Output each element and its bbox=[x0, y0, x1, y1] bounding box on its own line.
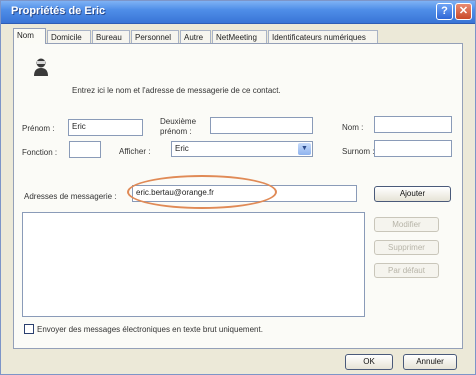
tab-autre[interactable]: Autre bbox=[180, 30, 211, 43]
plain-text-checkbox[interactable] bbox=[24, 324, 34, 334]
highlight-ellipse bbox=[127, 175, 277, 209]
ok-button[interactable]: OK bbox=[345, 354, 393, 370]
tab-panel-nom: Entrez ici le nom et l'adresse de messag… bbox=[13, 43, 463, 349]
tab-netmeeting[interactable]: NetMeeting bbox=[212, 30, 267, 43]
contact-properties-window: Propriétés de Eric ? ✕ Nom Domicile Bure… bbox=[0, 0, 476, 375]
nom-label: Nom : bbox=[342, 123, 364, 132]
afficher-select[interactable]: Eric ▼ bbox=[171, 141, 313, 157]
deuxieme-prenom-label-1: Deuxième bbox=[160, 117, 197, 126]
annuler-button[interactable]: Annuler bbox=[403, 354, 457, 370]
deuxieme-prenom-input[interactable] bbox=[210, 117, 313, 134]
surnom-label: Surnom : bbox=[342, 147, 375, 156]
contact-icon bbox=[34, 58, 48, 76]
deuxieme-prenom-label-2: prénom : bbox=[160, 127, 192, 136]
chevron-down-icon[interactable]: ▼ bbox=[298, 143, 311, 155]
surnom-input[interactable] bbox=[374, 140, 452, 157]
fonction-input[interactable] bbox=[69, 141, 101, 158]
email-list[interactable] bbox=[22, 212, 365, 317]
par-defaut-button[interactable]: Par défaut bbox=[374, 263, 439, 278]
afficher-label: Afficher : bbox=[119, 147, 151, 156]
prenom-label: Prénom : bbox=[22, 124, 55, 133]
tab-domicile[interactable]: Domicile bbox=[47, 30, 91, 43]
supprimer-button[interactable]: Supprimer bbox=[374, 240, 439, 255]
help-button[interactable]: ? bbox=[436, 3, 453, 20]
tab-identificateurs[interactable]: Identificateurs numériques bbox=[268, 30, 378, 43]
window-title: Propriétés de Eric bbox=[11, 5, 106, 17]
tab-nom[interactable]: Nom bbox=[13, 28, 46, 44]
email-label: Adresses de messagerie : bbox=[24, 192, 117, 201]
prenom-input[interactable]: Eric bbox=[68, 119, 143, 136]
title-bar[interactable]: Propriétés de Eric ? ✕ bbox=[1, 1, 475, 24]
tab-bureau[interactable]: Bureau bbox=[92, 30, 130, 43]
modifier-button[interactable]: Modifier bbox=[374, 217, 439, 232]
afficher-value: Eric bbox=[175, 144, 189, 153]
tab-personnel[interactable]: Personnel bbox=[131, 30, 179, 43]
ajouter-button[interactable]: Ajouter bbox=[374, 186, 451, 202]
plain-text-label: Envoyer des messages électroniques en te… bbox=[37, 325, 263, 334]
close-button[interactable]: ✕ bbox=[455, 3, 472, 20]
fonction-label: Fonction : bbox=[22, 148, 58, 157]
nom-input[interactable] bbox=[374, 116, 452, 133]
intro-text: Entrez ici le nom et l'adresse de messag… bbox=[72, 86, 281, 95]
